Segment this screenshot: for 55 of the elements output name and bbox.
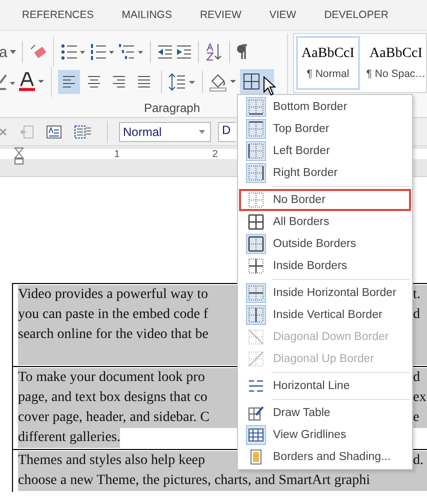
change-case-button[interactable]: a <box>0 44 8 60</box>
paragraph-line: d <box>413 369 421 387</box>
menu-item[interactable]: All Borders <box>239 211 411 233</box>
indent-marker-icon[interactable] <box>14 147 24 165</box>
paragraph-line: t. <box>413 286 422 304</box>
align-lines-icon <box>86 75 102 89</box>
menu-item[interactable]: Right Border <box>239 162 411 184</box>
menu-item[interactable]: Borders and Shading... <box>239 446 411 468</box>
ruler-number: 2 <box>211 148 219 160</box>
align-lines-icon <box>61 75 77 89</box>
highlighter-icon[interactable] <box>0 73 16 91</box>
menu-item[interactable]: Inside Borders <box>239 255 411 277</box>
paragraph-line: d. <box>413 452 424 470</box>
menu-item[interactable]: Inside Vertical Border <box>239 304 411 326</box>
eraser-icon[interactable] <box>29 43 48 61</box>
multilevel-list-icon[interactable] <box>118 43 144 61</box>
ribbon-tab[interactable]: REVIEW <box>200 9 242 21</box>
paragraph-line: ex <box>413 389 426 407</box>
caret-icon <box>199 130 205 134</box>
shading-icon[interactable] <box>209 72 237 92</box>
menu-item[interactable]: Top Border <box>239 118 411 140</box>
ribbon-tab[interactable]: MAILINGS <box>122 9 172 21</box>
align-lines-icon <box>111 75 127 89</box>
ribbon-tab[interactable]: DEVELOPER <box>324 9 388 21</box>
align-lines-icon <box>136 75 152 89</box>
increase-indent-icon[interactable] <box>176 44 192 60</box>
font-dropdown[interactable]: D <box>218 122 236 142</box>
ruler-number: 1 <box>113 148 121 160</box>
style-swatch[interactable]: AaBbCcI ¶ No Spac… <box>364 36 426 90</box>
menu-item[interactable]: No Border <box>239 189 411 211</box>
menu-item[interactable]: Draw Table <box>239 402 411 424</box>
ribbon-tab[interactable]: VIEW <box>269 9 296 21</box>
decrease-indent-icon[interactable] <box>157 44 174 60</box>
style-swatch[interactable]: AaBbCcI ¶ Normal <box>296 36 360 90</box>
ribbon-tab[interactable]: REFERENCES <box>22 9 94 21</box>
style-dropdown[interactable]: Normal <box>119 122 211 142</box>
menu-item[interactable]: Inside Horizontal Border <box>239 282 411 304</box>
font-color-icon[interactable] <box>19 72 45 92</box>
align-button[interactable] <box>58 70 80 94</box>
text-box-icon[interactable] <box>46 124 62 138</box>
frame-icon[interactable] <box>74 124 92 138</box>
line-spacing-icon[interactable] <box>168 73 196 91</box>
caret-icon <box>10 50 16 54</box>
menu-item[interactable]: View Gridlines <box>239 424 411 446</box>
sort-icon[interactable] <box>205 43 224 61</box>
numbering-icon[interactable] <box>89 43 116 61</box>
paragraph-line: e <box>413 409 420 427</box>
paragraph-line: d <box>413 306 421 324</box>
pilcrow-icon[interactable] <box>236 44 248 60</box>
group-label: Paragraph <box>144 101 200 115</box>
bullets-icon[interactable] <box>60 43 86 61</box>
menu-item[interactable]: Left Border <box>239 140 411 162</box>
menu-item[interactable]: Horizontal Line <box>239 375 411 397</box>
menu-item[interactable]: Bottom Border <box>239 96 411 118</box>
menu-item[interactable]: Outside Borders <box>239 233 411 255</box>
